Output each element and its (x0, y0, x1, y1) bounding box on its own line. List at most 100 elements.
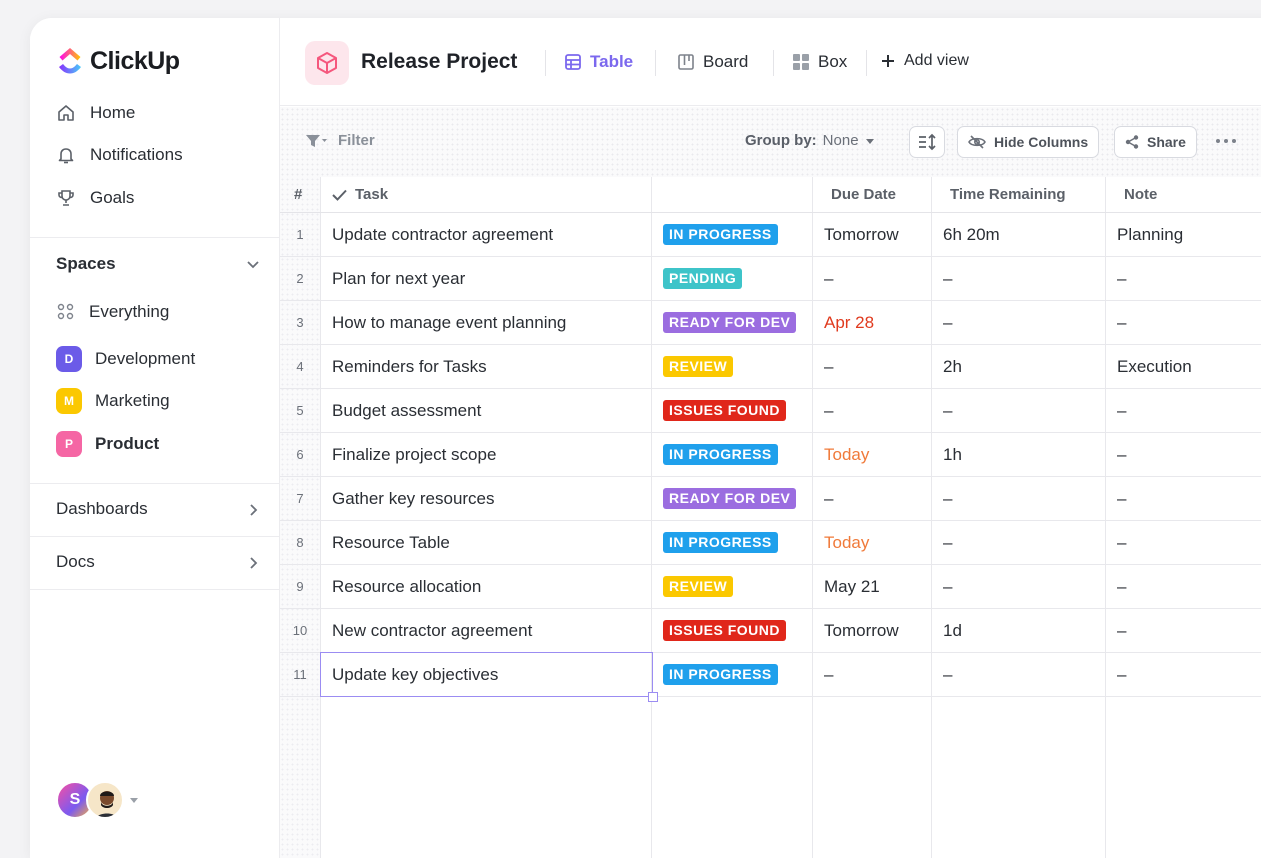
status-badge[interactable]: ISSUES FOUND (663, 400, 787, 421)
task-name-cell[interactable]: Budget assessment (332, 389, 481, 432)
spaces-heading[interactable]: Spaces (56, 254, 116, 274)
note-cell[interactable]: – (1117, 477, 1126, 520)
note-cell[interactable]: – (1117, 433, 1126, 476)
table-row[interactable]: 5 Budget assessment ISSUES FOUND – – – (280, 389, 1261, 433)
hide-columns-button[interactable]: Hide Columns (957, 126, 1100, 158)
time-remaining-cell[interactable]: – (943, 301, 952, 344)
filter-button[interactable]: Filter (306, 132, 375, 149)
chevron-right-icon[interactable] (245, 502, 261, 518)
table-row[interactable]: 6 Finalize project scope IN PROGRESS Today 1… (280, 433, 1261, 477)
space-marketing[interactable]: M Marketing (56, 388, 170, 414)
table-row[interactable]: 7 Gather key resources READY FOR DEV – – – (280, 477, 1261, 521)
tab-board[interactable]: Board (677, 52, 748, 72)
nav-home[interactable]: Home (56, 103, 135, 123)
note-cell[interactable]: – (1117, 257, 1126, 300)
task-name-cell[interactable]: Plan for next year (332, 257, 465, 300)
status-badge[interactable]: IN PROGRESS (663, 224, 778, 245)
task-name-cell[interactable]: Resource Table (332, 521, 450, 564)
status-cell[interactable]: READY FOR DEV (663, 477, 797, 520)
status-cell[interactable]: IN PROGRESS (663, 433, 778, 476)
user-avatars[interactable]: S (56, 781, 138, 819)
time-remaining-cell[interactable]: – (943, 477, 952, 520)
due-date-cell[interactable]: Tomorrow (824, 213, 899, 256)
add-view-button[interactable]: Add view (880, 52, 969, 70)
time-remaining-cell[interactable]: – (943, 653, 952, 696)
time-remaining-cell[interactable]: 1h (943, 433, 962, 476)
due-date-cell[interactable]: Apr 28 (824, 301, 874, 344)
chevron-down-icon[interactable] (245, 256, 261, 272)
nav-notifications[interactable]: Notifications (56, 145, 183, 165)
caret-down-icon[interactable] (130, 797, 138, 803)
task-name-cell[interactable]: Update contractor agreement (332, 213, 553, 256)
dashboards-link[interactable]: Dashboards (56, 499, 148, 519)
note-cell[interactable]: – (1117, 653, 1126, 696)
fill-handle[interactable] (648, 692, 658, 702)
task-name-cell[interactable]: Resource allocation (332, 565, 481, 608)
table-row[interactable]: 10 New contractor agreement ISSUES FOUND To… (280, 609, 1261, 653)
time-remaining-cell[interactable]: – (943, 257, 952, 300)
space-development[interactable]: D Development (56, 346, 195, 372)
status-badge[interactable]: ISSUES FOUND (663, 620, 787, 641)
table-row[interactable]: 3 How to manage event planning READY FOR D… (280, 301, 1261, 345)
tab-box[interactable]: Box (792, 52, 847, 72)
nav-goals[interactable]: Goals (56, 188, 134, 208)
status-badge[interactable]: READY FOR DEV (663, 488, 797, 509)
due-date-cell[interactable]: – (824, 653, 833, 696)
time-remaining-cell[interactable]: – (943, 389, 952, 432)
table-row[interactable]: 9 Resource allocation REVIEW May 21 – – (280, 565, 1261, 609)
column-header-time-remaining[interactable]: Time Remaining (950, 186, 1066, 203)
selected-cell-outline[interactable] (320, 652, 658, 702)
time-remaining-cell[interactable]: 2h (943, 345, 962, 388)
status-badge[interactable]: REVIEW (663, 576, 734, 597)
status-cell[interactable]: PENDING (663, 257, 743, 300)
sort-button[interactable] (909, 126, 945, 158)
status-cell[interactable]: REVIEW (663, 345, 734, 388)
space-product[interactable]: P Product (56, 431, 159, 457)
clickup-logo[interactable]: ClickUp (56, 46, 180, 76)
status-cell[interactable]: IN PROGRESS (663, 521, 778, 564)
task-name-cell[interactable]: Gather key resources (332, 477, 495, 520)
space-everything[interactable]: Everything (56, 302, 169, 322)
due-date-cell[interactable]: May 21 (824, 565, 880, 608)
more-options-icon[interactable] (1216, 139, 1236, 143)
time-remaining-cell[interactable]: – (943, 565, 952, 608)
due-date-cell[interactable]: Today (824, 433, 869, 476)
status-cell[interactable]: ISSUES FOUND (663, 609, 787, 652)
note-cell[interactable]: – (1117, 609, 1126, 652)
status-badge[interactable]: IN PROGRESS (663, 532, 778, 553)
status-badge[interactable]: PENDING (663, 268, 743, 289)
task-name-cell[interactable]: Finalize project scope (332, 433, 496, 476)
note-cell[interactable]: Execution (1117, 345, 1192, 388)
group-by-dropdown[interactable]: Group by: None (745, 132, 875, 149)
task-name-cell[interactable]: Reminders for Tasks (332, 345, 487, 388)
due-date-cell[interactable]: – (824, 257, 833, 300)
task-name-cell[interactable]: How to manage event planning (332, 301, 566, 344)
time-remaining-cell[interactable]: 1d (943, 609, 962, 652)
due-date-cell[interactable]: Tomorrow (824, 609, 899, 652)
note-cell[interactable]: – (1117, 521, 1126, 564)
due-date-cell[interactable]: Today (824, 521, 869, 564)
share-button[interactable]: Share (1114, 126, 1197, 158)
time-remaining-cell[interactable]: – (943, 521, 952, 564)
status-badge[interactable]: REVIEW (663, 356, 734, 377)
status-cell[interactable]: IN PROGRESS (663, 653, 778, 696)
task-name-cell[interactable]: New contractor agreement (332, 609, 532, 652)
due-date-cell[interactable]: – (824, 345, 833, 388)
docs-link[interactable]: Docs (56, 552, 95, 572)
status-cell[interactable]: READY FOR DEV (663, 301, 797, 344)
status-cell[interactable]: REVIEW (663, 565, 734, 608)
note-cell[interactable]: Planning (1117, 213, 1183, 256)
status-badge[interactable]: IN PROGRESS (663, 664, 778, 685)
time-remaining-cell[interactable]: 6h 20m (943, 213, 1000, 256)
status-cell[interactable]: ISSUES FOUND (663, 389, 787, 432)
status-badge[interactable]: IN PROGRESS (663, 444, 778, 465)
table-row[interactable]: 8 Resource Table IN PROGRESS Today – – (280, 521, 1261, 565)
due-date-cell[interactable]: – (824, 477, 833, 520)
table-row[interactable]: 2 Plan for next year PENDING – – – (280, 257, 1261, 301)
avatar[interactable] (86, 781, 124, 819)
note-cell[interactable]: – (1117, 301, 1126, 344)
table-row[interactable]: 4 Reminders for Tasks REVIEW – 2h Execution (280, 345, 1261, 389)
status-badge[interactable]: READY FOR DEV (663, 312, 797, 333)
column-header-task[interactable]: Task (332, 186, 388, 203)
note-cell[interactable]: – (1117, 389, 1126, 432)
